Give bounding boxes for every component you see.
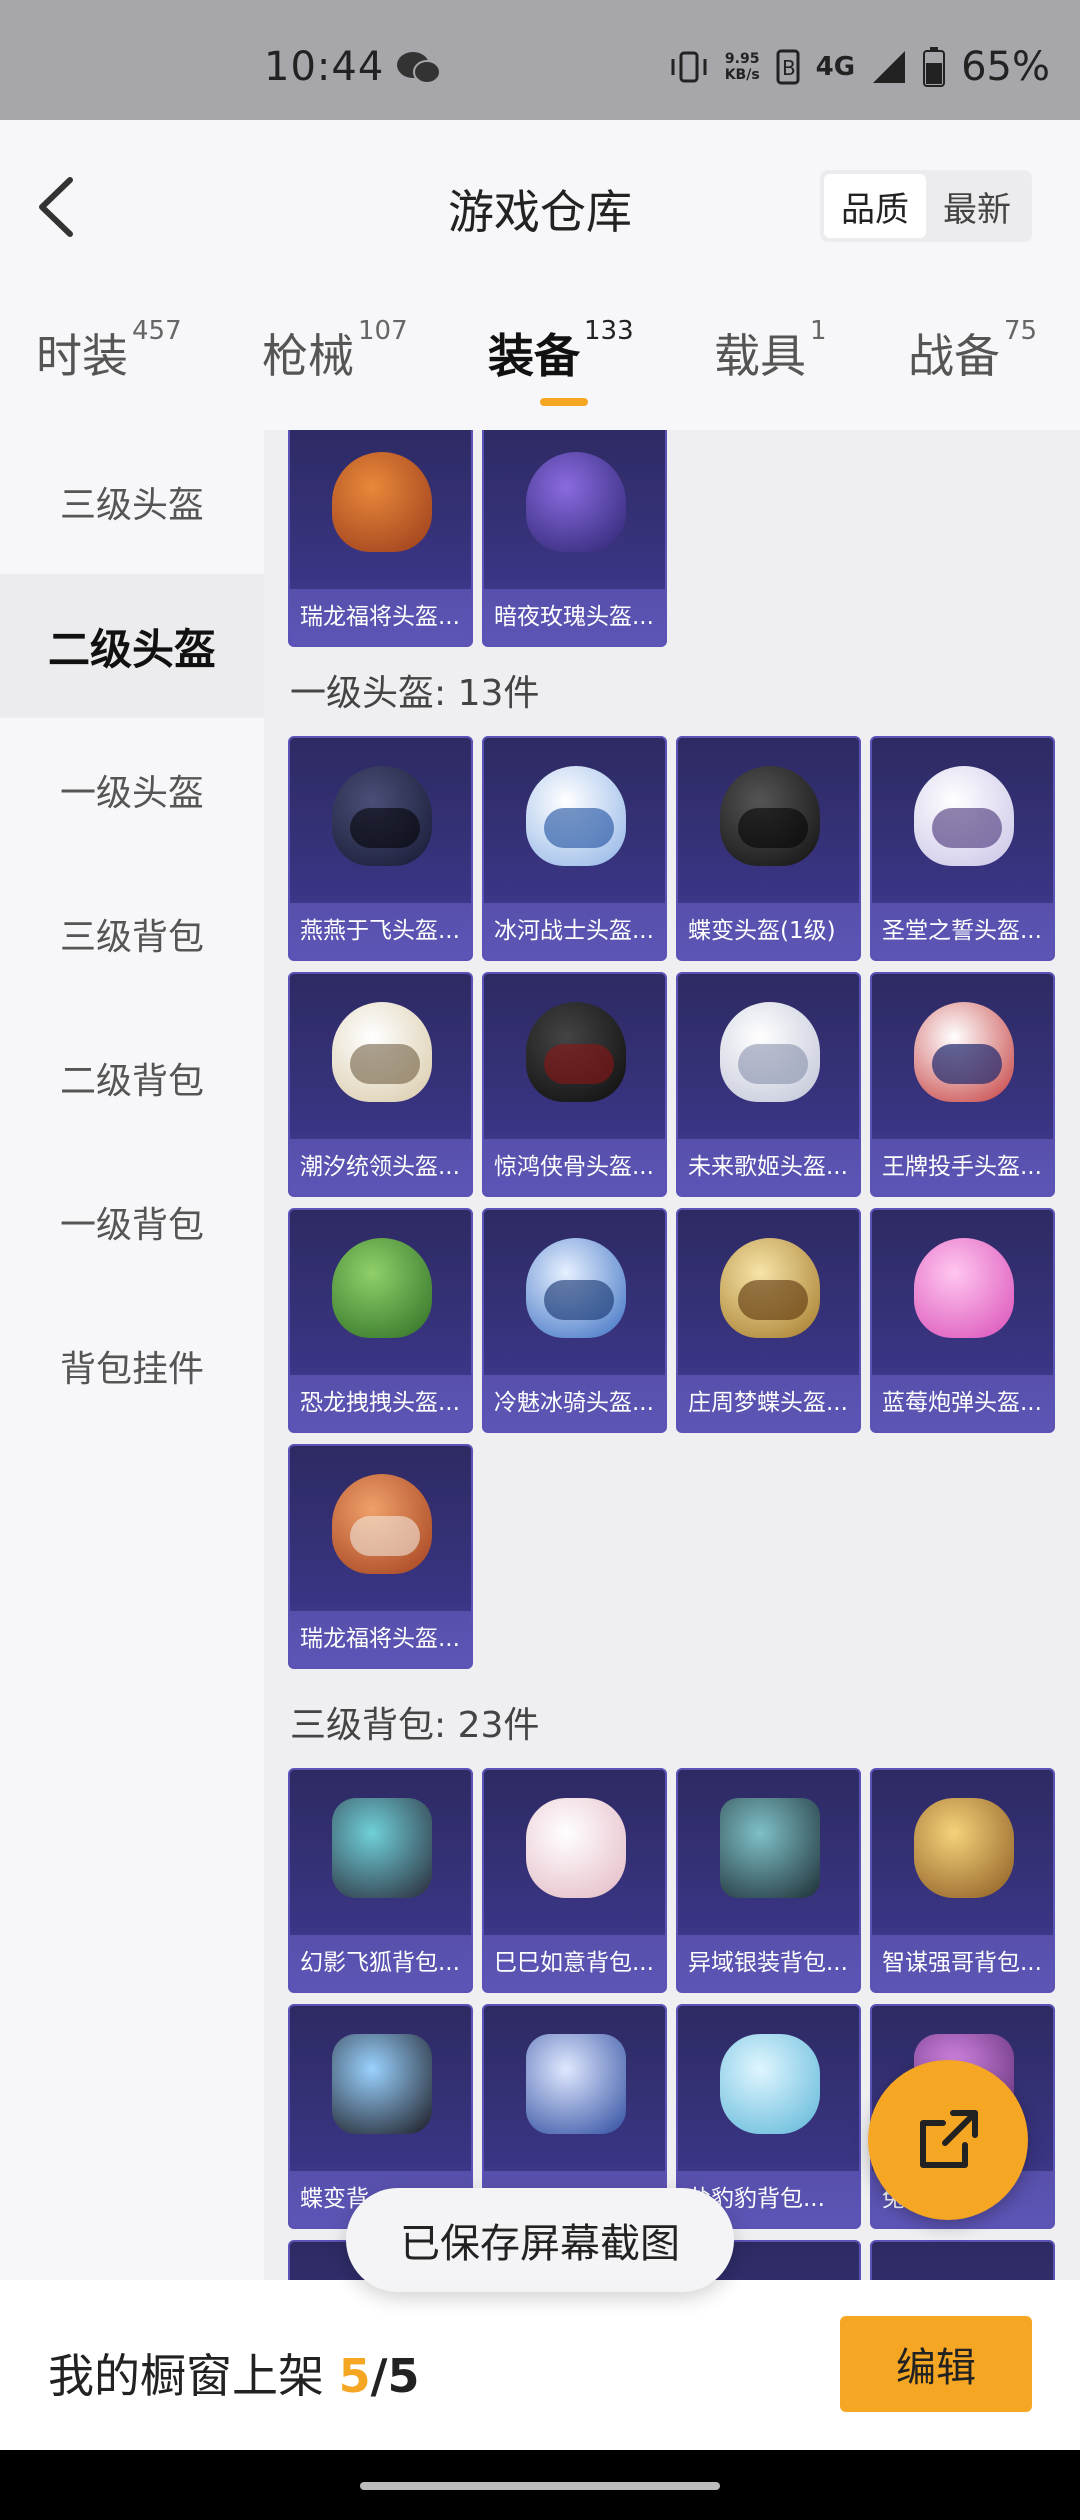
section-title-helmet-1: 一级头盔: 13件: [290, 673, 540, 714]
sidebar-item-helmet-2[interactable]: 二级头盔: [0, 574, 264, 718]
item-card[interactable]: 王牌投手头盔...: [870, 972, 1055, 1197]
item-card[interactable]: 潮汐统领头盔...: [288, 972, 473, 1197]
tab-active-indicator: [540, 398, 588, 406]
vibrate-icon: [671, 51, 707, 83]
sidebar-item-helmet-1[interactable]: 一级头盔: [0, 718, 264, 862]
sidebar-item-backpack-1[interactable]: 一级背包: [0, 1150, 264, 1294]
tab-guns[interactable]: 枪械 107: [262, 316, 408, 386]
item-card[interactable]: 蓝莓炮弹头盔...: [870, 1208, 1055, 1433]
item-card[interactable]: 冰河战士头盔...: [482, 736, 667, 961]
item-card[interactable]: 蝶变头盔(1级): [676, 736, 861, 961]
network-type: 4G: [815, 52, 856, 82]
sort-newest-button[interactable]: 最新: [926, 174, 1028, 238]
section-title-backpack-3: 三级背包: 23件: [290, 1705, 540, 1746]
item-card[interactable]: [870, 2240, 1055, 2280]
home-handle[interactable]: [360, 2482, 720, 2490]
status-bar: 10:44 9.95 KB/s B 4G 65%: [0, 0, 1080, 120]
category-tabs: 时装 457 枪械 107 装备 133 载具 1 战备 75: [0, 290, 1080, 430]
net-speed: 9.95 KB/s: [724, 51, 760, 83]
item-card[interactable]: 暗夜玫瑰头盔...: [482, 430, 667, 647]
item-card[interactable]: 圣堂之誓头盔...: [870, 736, 1055, 961]
item-card[interactable]: 智谋强哥背包...: [870, 1768, 1055, 1993]
share-button[interactable]: [868, 2060, 1028, 2220]
app-header: 游戏仓库 品质 最新: [0, 120, 1080, 290]
tab-combat-supplies[interactable]: 战备 75: [908, 316, 1037, 386]
toast-message: 已保存屏幕截图: [346, 2188, 734, 2292]
item-card[interactable]: 冷魅冰骑头盔...: [482, 1208, 667, 1433]
item-card[interactable]: 瑞龙福将头盔...: [288, 430, 473, 647]
item-card[interactable]: 瑞龙福将头盔...: [288, 1444, 473, 1669]
status-right: 9.95 KB/s B 4G 65%: [669, 44, 1050, 90]
item-card[interactable]: 巳巳如意背包...: [482, 1768, 667, 1993]
item-card[interactable]: 恐龙拽拽头盔...: [288, 1208, 473, 1433]
sidebar-item-backpack-2[interactable]: 二级背包: [0, 1006, 264, 1150]
item-card[interactable]: 庄周梦蝶头盔...: [676, 1208, 861, 1433]
item-card[interactable]: 惊鸿侠骨头盔...: [482, 972, 667, 1197]
item-card[interactable]: 未来歌姬头盔...: [676, 972, 861, 1197]
helmet-image: [332, 452, 432, 552]
status-time: 10:44: [264, 44, 385, 90]
bottom-bar: 我的橱窗上架 5/5 编辑: [0, 2280, 1080, 2450]
wechat-icon: [397, 52, 441, 84]
edit-button[interactable]: 编辑: [840, 2316, 1032, 2412]
shelf-status: 我的橱窗上架 5/5: [48, 2349, 420, 2403]
sidebar-item-helmet-3[interactable]: 三级头盔: [0, 430, 264, 574]
tab-equipment[interactable]: 装备 133: [488, 316, 634, 386]
item-card[interactable]: 幻影飞狐背包...: [288, 1768, 473, 1993]
tab-fashion[interactable]: 时装 457: [36, 316, 182, 386]
svg-text:B: B: [782, 56, 796, 80]
signal-icon: [873, 51, 906, 83]
share-external-icon: [920, 2110, 978, 2168]
tab-vehicles[interactable]: 载具 1: [714, 316, 827, 386]
signal-b-icon: B: [776, 49, 800, 85]
helmet-image: [526, 452, 626, 552]
item-card[interactable]: 异域银装背包...: [676, 1768, 861, 1993]
battery-icon: [923, 47, 946, 87]
sidebar: 三级头盔 二级头盔 一级头盔 三级背包 二级背包 一级背包 背包挂件: [0, 430, 264, 2280]
sort-quality-button[interactable]: 品质: [824, 174, 926, 238]
item-grid-area: 瑞龙福将头盔... 暗夜玫瑰头盔... 一级头盔: 13件 燕燕于飞头盔... …: [264, 430, 1080, 2280]
item-card[interactable]: 燕燕于飞头盔...: [288, 736, 473, 961]
sort-toggle: 品质 最新: [820, 170, 1032, 242]
battery-percent: 65%: [961, 44, 1050, 90]
sidebar-item-backpack-charm[interactable]: 背包挂件: [0, 1294, 264, 1438]
sidebar-item-backpack-3[interactable]: 三级背包: [0, 862, 264, 1006]
system-nav-bar: [0, 2450, 1080, 2520]
